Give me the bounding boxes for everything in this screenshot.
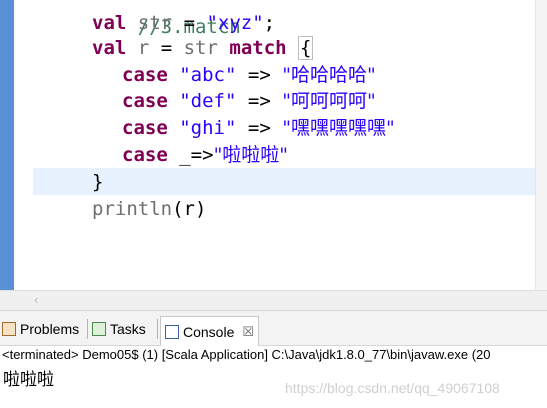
code-line-2: val r = str match {: [92, 35, 314, 62]
code-line-case-3: case "ghi" => "嘿嘿嘿嘿嘿": [122, 115, 395, 142]
case-result: "嘿嘿嘿嘿嘿": [282, 117, 395, 139]
keyword-case: case: [122, 144, 168, 166]
case-pattern: _: [179, 144, 191, 166]
case-pattern: "abc": [179, 64, 237, 86]
code-line-case-4: case _=>"啦啦啦": [122, 142, 288, 169]
case-result: "啦啦啦": [213, 144, 289, 166]
code-line-println: println(r): [92, 196, 206, 223]
operator: =: [183, 12, 196, 34]
keyword-val: val: [92, 12, 127, 34]
identifier: str: [137, 12, 173, 34]
editor-gutter: [14, 0, 32, 290]
tab-label: Console: [183, 323, 235, 340]
function-name: println: [92, 198, 173, 220]
arrow: =>: [247, 64, 271, 86]
code-editor[interactable]: //3.match val str = "xyz"; val r = str m…: [0, 0, 547, 290]
code-line-case-1: case "abc" => "哈哈哈哈": [122, 62, 376, 89]
horizontal-scrollbar[interactable]: ‹: [0, 290, 547, 310]
close-icon[interactable]: ☒: [242, 324, 254, 340]
tab-problems[interactable]: Problems: [2, 319, 79, 339]
code-line-case-2: case "def" => "呵呵呵呵": [122, 88, 376, 115]
code-line-close: }: [92, 169, 103, 196]
case-result: "哈哈哈哈": [282, 64, 376, 86]
arrow: =>: [247, 90, 271, 112]
keyword-case: case: [122, 117, 168, 139]
left-ruler: [0, 0, 14, 290]
code-line-1: val str = "xyz";: [92, 10, 275, 37]
keyword-val: val: [92, 37, 127, 59]
keyword-case: case: [122, 90, 168, 112]
watermark: https://blog.csdn.net/qq_49067108: [285, 380, 500, 396]
tab-label: Tasks: [110, 321, 146, 337]
tasks-icon: [92, 322, 106, 336]
arrow: =>: [247, 117, 271, 139]
semicolon: ;: [263, 12, 276, 34]
problems-icon: [2, 322, 16, 336]
open-brace: {: [298, 36, 314, 60]
identifier: str: [183, 37, 218, 59]
call-args: (r): [172, 198, 207, 220]
close-brace: }: [92, 171, 104, 193]
tab-console[interactable]: Console ☒: [160, 316, 260, 346]
case-result: "呵呵呵呵": [282, 90, 376, 112]
bottom-panel-tabs: Problems Tasks Console ☒: [0, 310, 547, 346]
tab-divider: [87, 319, 88, 339]
case-pattern: "def": [179, 90, 237, 112]
string-literal: "xyz": [206, 12, 264, 34]
keyword-case: case: [122, 64, 168, 86]
tab-tasks[interactable]: Tasks: [92, 319, 146, 339]
arrow: =>: [190, 144, 214, 166]
console-icon: [165, 324, 179, 339]
tab-divider: [157, 319, 158, 339]
current-line-highlight: [33, 168, 535, 195]
operator: =: [160, 37, 173, 59]
overview-ruler: [535, 0, 547, 290]
console-status-line: <terminated> Demo05$ (1) [Scala Applicat…: [0, 346, 547, 364]
case-pattern: "ghi": [179, 117, 237, 139]
identifier: r: [137, 37, 150, 59]
keyword-match: match: [229, 37, 287, 59]
scroll-left-arrow-icon[interactable]: ‹: [34, 292, 38, 307]
tab-label: Problems: [20, 321, 80, 337]
